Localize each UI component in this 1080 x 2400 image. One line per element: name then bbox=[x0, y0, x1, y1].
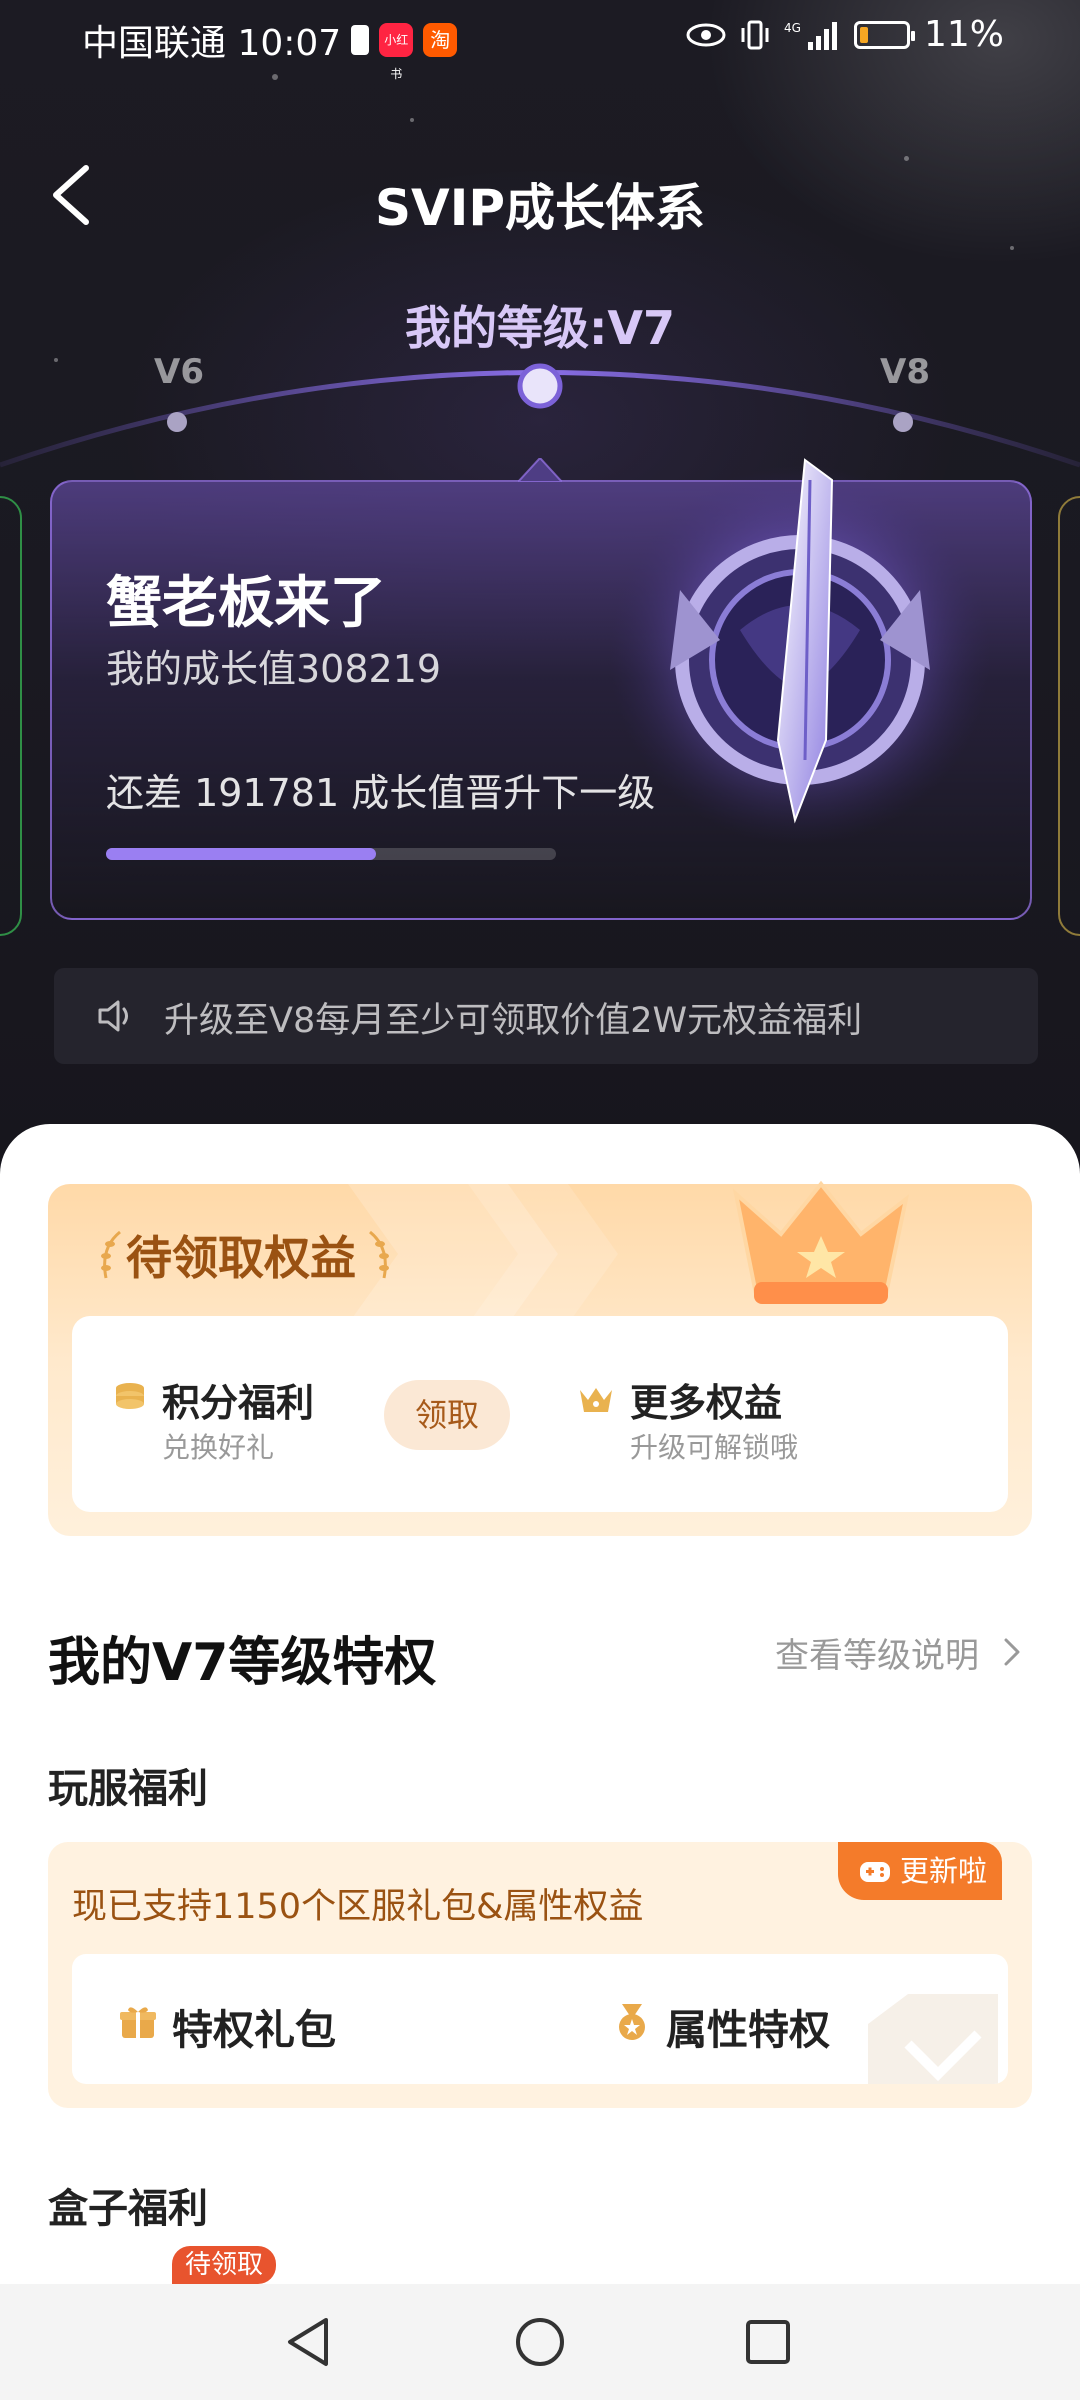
speaker-icon bbox=[98, 1000, 128, 1032]
sparkle-dot bbox=[272, 74, 278, 80]
points-welfare-subtitle: 兑换好礼 bbox=[162, 1431, 275, 1464]
prev-level-card[interactable] bbox=[0, 496, 22, 936]
next-level-card[interactable] bbox=[1058, 496, 1080, 936]
privilege-section-title: 我的V7等级特权 bbox=[48, 1633, 437, 1693]
sparkle-dot bbox=[1010, 246, 1014, 250]
notice-text: 升级至V8每月至少可领取价值2W元权益福利 bbox=[164, 1001, 863, 1041]
battery-percent: 11% bbox=[923, 14, 1004, 55]
system-nav-bar bbox=[0, 2284, 1080, 2400]
attribute-privilege-item[interactable]: 属性特权 bbox=[666, 1996, 830, 2056]
chevron-right-icon[interactable] bbox=[1000, 1634, 1024, 1670]
xiaohongshu-app-icon: 小红书 bbox=[379, 23, 414, 81]
page-title: SVIP成长体系 bbox=[375, 179, 705, 237]
v7-emblem-badge bbox=[610, 458, 990, 845]
medal-icon bbox=[619, 2004, 645, 2040]
level-v8-dot[interactable] bbox=[893, 412, 913, 432]
claim-button[interactable]: 领取 bbox=[384, 1380, 510, 1450]
nav-recents-button[interactable] bbox=[738, 2312, 798, 2372]
privilege-gift-item[interactable]: 特权礼包 bbox=[172, 1996, 336, 2056]
status-right: 4G 11% bbox=[686, 14, 1004, 55]
status-bar: 中国联通 10:07 小红书 淘 4G 11% bbox=[0, 0, 1080, 81]
growth-value: 我的成长值308219 bbox=[106, 647, 442, 691]
more-rights-subtitle: 升级可解锁哦 bbox=[630, 1431, 799, 1464]
gamepad-icon bbox=[860, 1862, 890, 1882]
sparkle-dot bbox=[410, 118, 414, 122]
eye-icon bbox=[686, 23, 726, 46]
laurel-right-icon bbox=[369, 1230, 389, 1279]
battery-icon bbox=[853, 20, 915, 49]
server-welfare-text: 现已支持1150个区服礼包&属性权益 bbox=[72, 1887, 644, 1927]
server-welfare-title: 玩服福利 bbox=[48, 1766, 208, 1812]
level-v7-current-dot[interactable] bbox=[517, 363, 563, 409]
carrier-time: 中国联通 10:07 bbox=[82, 23, 342, 64]
gift-icon bbox=[120, 2007, 156, 2038]
laurel-left-icon bbox=[101, 1230, 121, 1279]
alert-icon bbox=[351, 25, 370, 55]
pending-rights-title: 待领取权益 bbox=[126, 1231, 356, 1285]
card-pointer bbox=[518, 458, 562, 482]
vibrate-icon bbox=[741, 20, 769, 49]
more-rights-title[interactable]: 更多权益 bbox=[630, 1372, 782, 1427]
update-badge-label: 更新啦 bbox=[900, 1854, 988, 1888]
svg-text:4G: 4G bbox=[784, 21, 801, 35]
nav-home-button[interactable] bbox=[510, 2312, 570, 2372]
points-welfare-title[interactable]: 积分福利 bbox=[162, 1372, 314, 1427]
crown-icon bbox=[580, 1388, 612, 1412]
watermark-decoration bbox=[868, 1994, 998, 2084]
pending-claim-badge: 待领取 bbox=[172, 2246, 276, 2284]
nav-back-button[interactable] bbox=[278, 2312, 338, 2372]
status-left: 中国联通 10:07 小红书 淘 bbox=[82, 14, 458, 81]
level-description-link[interactable]: 查看等级说明 bbox=[775, 1628, 979, 1677]
taobao-app-icon: 淘 bbox=[423, 23, 458, 57]
user-nickname: 蟹老板来了 bbox=[106, 571, 386, 636]
level-v6-dot[interactable] bbox=[167, 412, 187, 432]
update-badge: 更新啦 bbox=[838, 1842, 1002, 1900]
growth-diff-text: 还差 191781 成长值晋升下一级 bbox=[106, 771, 656, 815]
upgrade-notice[interactable]: 升级至V8每月至少可领取价值2W元权益福利 bbox=[54, 968, 1038, 1064]
box-welfare-title: 盒子福利 bbox=[48, 2186, 208, 2232]
sparkle-dot bbox=[904, 156, 909, 161]
coins-icon bbox=[116, 1383, 144, 1409]
growth-progress-bar bbox=[106, 848, 556, 860]
signal-icon: 4G bbox=[784, 21, 837, 50]
crown-decoration-icon bbox=[732, 1180, 910, 1304]
growth-progress-fill bbox=[106, 848, 376, 860]
